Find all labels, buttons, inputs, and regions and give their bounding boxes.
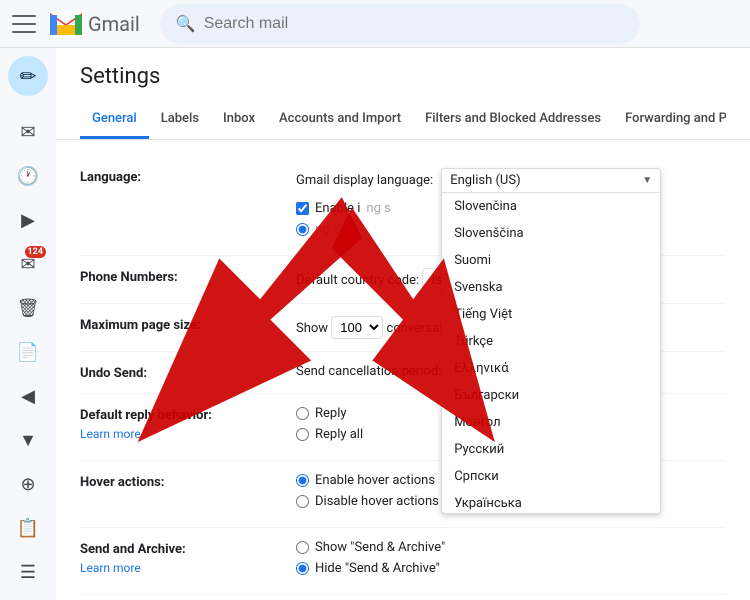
sidebar-icon-mail[interactable]: ✉: [8, 112, 48, 152]
dropdown-list[interactable]: Slovenčina Slovenščina Suomi Svenska Tiế…: [442, 193, 660, 513]
country-code-label: Default country code:: [296, 273, 419, 288]
display-language-label: Gmail display language:: [296, 173, 433, 188]
search-input[interactable]: [204, 15, 624, 33]
dropdown-item-1[interactable]: Slovenščina: [442, 220, 660, 247]
send-archive-label: Send and Archive: Learn more: [80, 540, 280, 575]
settings-header: Settings General Labels Inbox Accounts a…: [56, 48, 750, 140]
sidebar-icon-draft[interactable]: ✉ 124: [8, 244, 48, 284]
tab-filters[interactable]: Filters and Blocked Addresses: [413, 101, 613, 139]
reply-label: Default reply behavior: Learn more: [80, 406, 280, 441]
sidebar-icon-3[interactable]: ⊕: [8, 464, 48, 504]
disable-hover-label: Disable hover actions: [315, 494, 439, 509]
language-dropdown-open[interactable]: English (US) ▼ Slovenčina Slovenščina Su…: [441, 168, 661, 514]
main-content: Settings General Labels Inbox Accounts a…: [56, 48, 750, 600]
tabs-bar: General Labels Inbox Accounts and Import…: [80, 101, 726, 139]
hide-send-archive-label: Hide "Send & Archive": [315, 561, 440, 576]
settings-content: Language: Gmail display language: Englis…: [56, 140, 750, 600]
sidebar-icon-4[interactable]: 📋: [8, 508, 48, 548]
sidebar-icon-sent[interactable]: ▶: [8, 200, 48, 240]
sidebar-icon-1[interactable]: ◀: [8, 376, 48, 416]
dropdown-arrow-icon: ▼: [642, 175, 652, 186]
send-archive-learn-more[interactable]: Learn more: [80, 561, 280, 575]
send-archive-row: Send and Archive: Learn more Show "Send …: [80, 528, 726, 595]
disable-hover-radio[interactable]: [296, 495, 309, 508]
sidebar-icon-5[interactable]: ☰: [8, 552, 48, 592]
hover-actions-label: Hover actions:: [80, 473, 280, 490]
dropdown-item-0[interactable]: Slovenčina: [442, 193, 660, 220]
reply-option-radio[interactable]: [296, 407, 309, 420]
enable-hover-radio[interactable]: [296, 474, 309, 487]
layout: ✏ ✉ 🕐 ▶ ✉ 124 🗑 📄 ◀ ▼ ⊕ 📋 ☰ Settings Gen…: [0, 48, 750, 600]
language-label: Language:: [80, 168, 280, 185]
topbar: Gmail 🔍: [0, 0, 750, 48]
send-archive-control: Show "Send & Archive" Hide "Send & Archi…: [296, 540, 726, 582]
page-size-label: Maximum page size:: [80, 316, 280, 333]
dropdown-item-7[interactable]: Български: [442, 382, 660, 409]
search-icon: 🔍: [176, 14, 196, 33]
reply-all-label: Reply all: [315, 427, 363, 442]
reply-all-radio[interactable]: [296, 428, 309, 441]
hamburger-menu[interactable]: [12, 12, 36, 36]
tab-inbox[interactable]: Inbox: [211, 101, 267, 139]
hide-send-archive-radio[interactable]: [296, 562, 309, 575]
tab-accounts[interactable]: Accounts and Import: [267, 101, 413, 139]
language-row: Language: Gmail display language: Englis…: [80, 156, 726, 256]
dropdown-item-2[interactable]: Suomi: [442, 247, 660, 274]
tab-general[interactable]: General: [80, 101, 149, 139]
settings-title: Settings: [80, 64, 726, 89]
sidebar-icon-2[interactable]: ▼: [8, 420, 48, 460]
text-style-row: Default text style: (Use the 'Remove for…: [80, 595, 726, 600]
dropdown-item-5[interactable]: Türkçe: [442, 328, 660, 355]
gmail-logo: Gmail: [48, 11, 140, 37]
dropdown-item-8[interactable]: Монгол: [442, 409, 660, 436]
compose-button[interactable]: ✏: [8, 56, 48, 96]
tab-forwarding[interactable]: Forwarding and POP/IMAP: [613, 101, 726, 139]
undo-send-label: Undo Send:: [80, 364, 280, 381]
show-send-archive-radio[interactable]: [296, 541, 309, 554]
language-control: Gmail display language: English (US) Eng…: [296, 168, 726, 243]
dropdown-item-6[interactable]: Ελληνικά: [442, 355, 660, 382]
enable-rtl-checkbox[interactable]: [296, 202, 309, 215]
reply-option-label: Reply: [315, 406, 347, 421]
enable-rtl-label: Enable i: [315, 201, 360, 216]
dropdown-item-10[interactable]: Српски: [442, 463, 660, 490]
sidebar-icon-trash[interactable]: 🗑: [8, 288, 48, 328]
enable-rtl-label-partial: ng s: [366, 201, 390, 216]
search-box[interactable]: 🔍: [160, 4, 640, 44]
dropdown-item-3[interactable]: Svenska: [442, 274, 660, 301]
gmail-text: Gmail: [88, 12, 140, 36]
dropdown-current-value: English (US): [450, 173, 638, 188]
phone-label: Phone Numbers:: [80, 268, 280, 285]
tab-labels[interactable]: Labels: [149, 101, 211, 139]
rtl-option-label: ng s: [315, 222, 339, 237]
sidebar-icon-clock[interactable]: 🕐: [8, 156, 48, 196]
dropdown-item-11[interactable]: Українська: [442, 490, 660, 513]
dropdown-item-9[interactable]: Русский: [442, 436, 660, 463]
language-dropdown-wrapper: English (US) English (US) ▼ Slovenčina: [441, 168, 641, 193]
draft-badge: 124: [25, 246, 47, 258]
enable-hover-label: Enable hover actions: [315, 473, 435, 488]
show-send-archive-label: Show "Send & Archive": [315, 540, 445, 555]
show-label: Show: [296, 321, 328, 336]
sidebar-icon-doc[interactable]: 📄: [8, 332, 48, 372]
sidebar: ✏ ✉ 🕐 ▶ ✉ 124 🗑 📄 ◀ ▼ ⊕ 📋 ☰: [0, 48, 56, 600]
reply-learn-more[interactable]: Learn more: [80, 427, 280, 441]
rtl-option-radio[interactable]: [296, 223, 309, 236]
dropdown-item-4[interactable]: Tiếng Việt: [442, 301, 660, 328]
conversations-select[interactable]: 100 25 50: [331, 316, 383, 339]
cancellation-label: Send cancellation period:: [296, 364, 441, 379]
